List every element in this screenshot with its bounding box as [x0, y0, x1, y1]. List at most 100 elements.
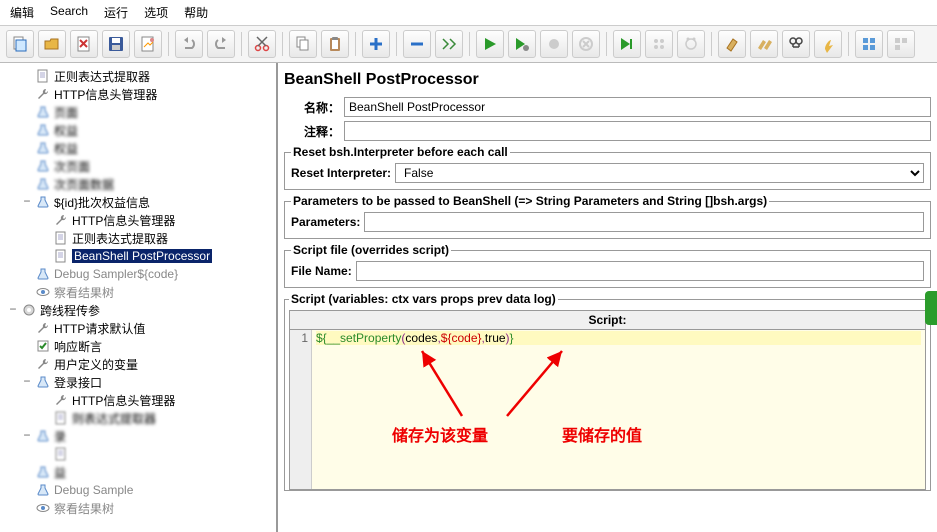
tree-item-label: 权益 [54, 122, 78, 139]
remote-start-button[interactable] [613, 30, 641, 58]
menu-edit[interactable]: 编辑 [10, 4, 34, 21]
menu-search[interactable]: Search [50, 4, 88, 21]
tree-toggle-icon[interactable]: − [22, 375, 32, 389]
cut-button[interactable] [248, 30, 276, 58]
tree-item-label: 正则表达式提取器 [54, 68, 150, 85]
open-button[interactable] [38, 30, 66, 58]
flask-icon [36, 195, 50, 209]
tree-item[interactable]: 用户定义的变量 [4, 355, 276, 373]
tree-item-label: 跨线程传参 [40, 302, 100, 319]
doc-icon [54, 231, 68, 245]
tree-item[interactable]: −${id}批次权益信息 [4, 193, 276, 211]
tree-item[interactable]: Debug Sample [4, 481, 276, 499]
help-button[interactable] [887, 30, 915, 58]
script-column-header: Script: [289, 310, 926, 330]
reset-fieldset: Reset bsh.Interpreter before each call R… [284, 145, 931, 190]
reset-select[interactable]: False [395, 163, 924, 183]
tree-item[interactable]: − 跨线程传参 [4, 301, 276, 319]
tree-item-label: HTTP请求默认值 [54, 320, 145, 337]
tree-item[interactable]: 响应断言 [4, 337, 276, 355]
shutdown-button[interactable] [572, 30, 600, 58]
tree-item[interactable]: 益 [4, 463, 276, 481]
comment-input[interactable] [344, 121, 931, 141]
tree-item[interactable]: HTTP信息头管理器 [4, 85, 276, 103]
collapse-button[interactable] [403, 30, 431, 58]
menubar: 编辑 Search 运行 选项 帮助 [0, 0, 937, 26]
close-button[interactable] [70, 30, 98, 58]
toggle-button[interactable] [435, 30, 463, 58]
code-area[interactable]: ${__setProperty(codes,${code},true)} 储存为… [312, 330, 925, 489]
search-button[interactable] [782, 30, 810, 58]
tree-item[interactable]: HTTP请求默认值 [4, 319, 276, 337]
tree-item[interactable]: 次页面数据 [4, 175, 276, 193]
name-input[interactable] [344, 97, 931, 117]
file-legend: Script file (overrides script) [291, 243, 451, 257]
tree-toggle-icon[interactable]: − [22, 195, 32, 209]
page-title: BeanShell PostProcessor [284, 71, 931, 89]
file-label: File Name: [291, 264, 352, 278]
tree-item[interactable]: BeanShell PostProcessor [4, 247, 276, 265]
flask-icon [36, 267, 50, 281]
doc-icon [54, 411, 68, 425]
tree-item[interactable]: HTTP信息头管理器 [4, 211, 276, 229]
new-button[interactable] [6, 30, 34, 58]
main-panel: BeanShell PostProcessor 名称： 注释： Reset bs… [278, 63, 937, 532]
function-helper-button[interactable] [855, 30, 883, 58]
tree-item[interactable]: 页面 [4, 103, 276, 121]
menu-help[interactable]: 帮助 [184, 4, 208, 21]
reset-button[interactable] [814, 30, 842, 58]
tree-item-label: 察看结果树 [54, 284, 114, 301]
tree-item-label: Debug Sampler${code} [54, 267, 178, 281]
stop-button[interactable] [540, 30, 568, 58]
clear-all-button[interactable] [750, 30, 778, 58]
tree-item-label: 响应断言 [54, 338, 102, 355]
doc-icon [36, 69, 50, 83]
tree-item[interactable]: 正则表达式提取器 [4, 67, 276, 85]
annotation-text-2: 要储存的值 [562, 422, 642, 446]
tree-item[interactable]: − 录 [4, 427, 276, 445]
check-icon [36, 339, 50, 353]
flask-icon [36, 429, 50, 443]
tree-toggle-icon[interactable]: − [8, 303, 18, 317]
tree-item[interactable]: HTTP信息头管理器 [4, 391, 276, 409]
start-button[interactable] [476, 30, 504, 58]
tree-panel[interactable]: 正则表达式提取器HTTP信息头管理器 页面 权益 权益 次页面 次页面数据−${… [0, 63, 278, 532]
tree-item[interactable]: 权益 [4, 121, 276, 139]
menu-run[interactable]: 运行 [104, 4, 128, 21]
tree-item[interactable] [4, 445, 276, 463]
params-fieldset: Parameters to be passed to BeanShell (=>… [284, 194, 931, 239]
tree-item[interactable]: 则表达式提取器 [4, 409, 276, 427]
doc-icon [54, 447, 68, 461]
expand-button[interactable] [362, 30, 390, 58]
tree-item-label: 益 [54, 464, 66, 481]
tree-item[interactable]: 正则表达式提取器 [4, 229, 276, 247]
start-no-pause-button[interactable] [508, 30, 536, 58]
remote-stop-button[interactable] [645, 30, 673, 58]
save-button[interactable] [102, 30, 130, 58]
undo-button[interactable] [175, 30, 203, 58]
flask-icon [36, 177, 50, 191]
tree-item[interactable]: 察看结果树 [4, 283, 276, 301]
paste-button[interactable] [321, 30, 349, 58]
tree-item[interactable]: −登录接口 [4, 373, 276, 391]
script-editor[interactable]: 1 ${__setProperty(codes,${code},true)} 储… [289, 330, 926, 490]
tree-item[interactable]: 次页面 [4, 157, 276, 175]
remote-shutdown-button[interactable] [677, 30, 705, 58]
tree-item[interactable]: 察看结果树 [4, 499, 276, 517]
side-tab-icon[interactable] [925, 291, 937, 325]
tree-item[interactable]: 权益 [4, 139, 276, 157]
params-input[interactable] [364, 212, 924, 232]
file-input[interactable] [356, 261, 924, 281]
save-as-button[interactable] [134, 30, 162, 58]
clear-button[interactable] [718, 30, 746, 58]
tree-item-label: 录 [54, 428, 66, 445]
redo-button[interactable] [207, 30, 235, 58]
comment-label: 注释： [284, 123, 340, 140]
copy-button[interactable] [289, 30, 317, 58]
tree-item-label: 用户定义的变量 [54, 356, 138, 373]
tree-item[interactable]: Debug Sampler${code} [4, 265, 276, 283]
tree-item-label: 察看结果树 [54, 500, 114, 517]
tree-toggle-icon[interactable]: − [22, 429, 32, 443]
flask-icon [36, 483, 50, 497]
menu-options[interactable]: 选项 [144, 4, 168, 21]
